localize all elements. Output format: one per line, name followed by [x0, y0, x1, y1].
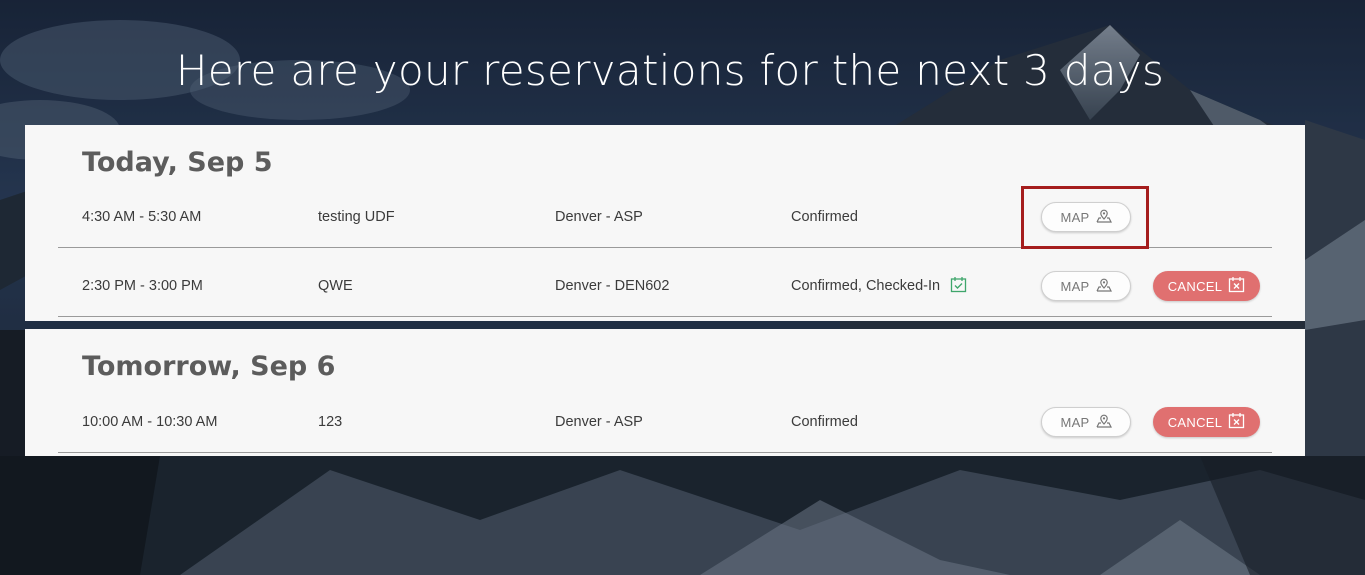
map-button-label: MAP	[1060, 278, 1090, 294]
day-card-today: Today, Sep 5 4:30 AM - 5:30 AM testing U…	[25, 125, 1305, 321]
calendar-cancel-icon	[1228, 276, 1245, 296]
reservation-location: Denver - ASP	[555, 209, 643, 225]
map-pin-icon	[1095, 278, 1112, 295]
map-button[interactable]: MAP	[1041, 407, 1131, 437]
reservation-status-cell: Confirmed, Checked-In	[791, 256, 967, 316]
day-card-tomorrow: Tomorrow, Sep 6 10:00 AM - 10:30 AM 123 …	[25, 329, 1305, 456]
calendar-check-icon	[950, 276, 967, 293]
reservation-name: QWE	[318, 278, 353, 294]
reservation-name: testing UDF	[318, 209, 395, 225]
reservation-location: Denver - DEN602	[555, 278, 670, 294]
reservation-row: 2:30 PM - 3:00 PM QWE Denver - DEN602 Co…	[58, 256, 1272, 317]
reservation-time: 10:00 AM - 10:30 AM	[82, 414, 218, 430]
cancel-button-label: CANCEL	[1167, 278, 1223, 294]
reservation-row: 4:30 AM - 5:30 AM testing UDF Denver - A…	[58, 187, 1272, 248]
day-heading: Tomorrow, Sep 6	[82, 351, 336, 382]
cancel-button-label: CANCEL	[1167, 414, 1223, 430]
reservations-page: Here are your reservations for the next …	[0, 0, 1365, 575]
reservation-status: Confirmed	[791, 414, 858, 430]
day-heading: Today, Sep 5	[82, 147, 273, 178]
reservation-row: 10:00 AM - 10:30 AM 123 Denver - ASP Con…	[58, 392, 1272, 453]
reservation-location: Denver - ASP	[555, 414, 643, 430]
map-button[interactable]: MAP	[1041, 202, 1131, 232]
map-button-label: MAP	[1060, 414, 1090, 430]
map-button[interactable]: MAP	[1041, 271, 1131, 301]
map-button-label: MAP	[1060, 209, 1090, 225]
reservation-time: 4:30 AM - 5:30 AM	[82, 209, 202, 225]
reservation-time: 2:30 PM - 3:00 PM	[82, 278, 203, 294]
map-pin-icon	[1095, 414, 1112, 431]
reservation-status: Confirmed	[791, 209, 858, 225]
reservation-name: 123	[318, 414, 343, 430]
cancel-button[interactable]: CANCEL	[1153, 407, 1260, 437]
page-title: Here are your reservations for the next …	[175, 46, 1165, 95]
cancel-button[interactable]: CANCEL	[1153, 271, 1260, 301]
calendar-cancel-icon	[1228, 412, 1245, 432]
reservation-status: Confirmed, Checked-In	[791, 278, 941, 294]
map-pin-icon	[1095, 209, 1112, 226]
